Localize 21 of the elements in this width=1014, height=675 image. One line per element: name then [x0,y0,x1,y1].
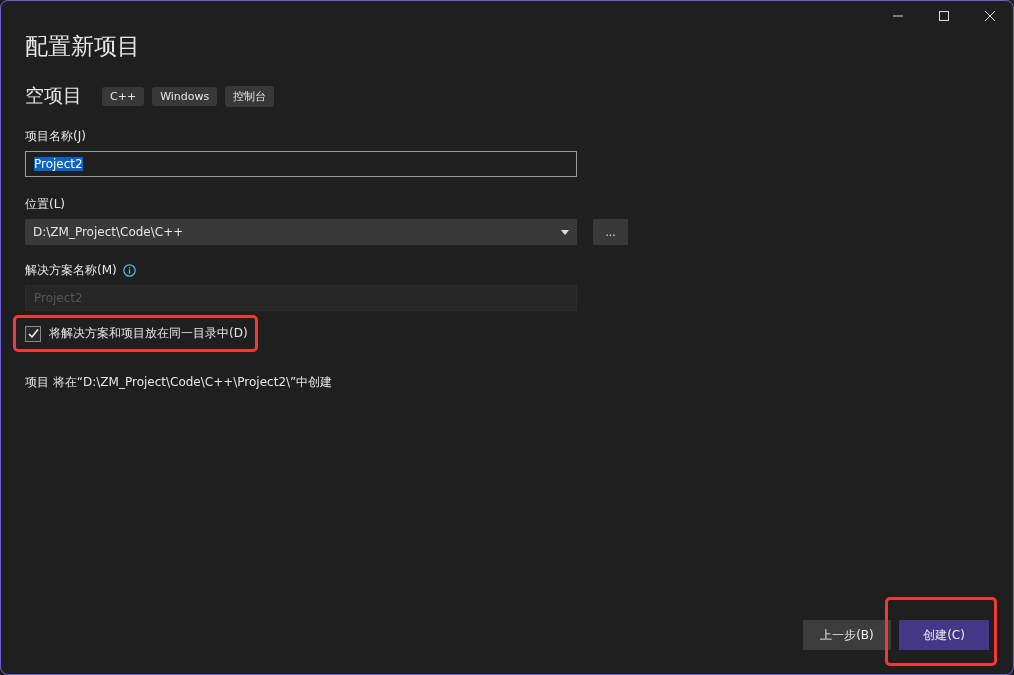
location-dropdown[interactable]: D:\ZM_Project\Code\C++ [25,219,577,245]
back-button[interactable]: 上一步(B) [803,620,891,650]
checkbox[interactable] [25,325,41,342]
tag: Windows [152,86,218,106]
template-name: 空项目 [25,83,82,108]
browse-button[interactable]: ... [593,219,628,245]
close-icon [983,9,997,23]
tag: 控制台 [225,85,275,107]
dropdown-caret-icon [561,229,569,235]
info-text: 项目 将在“D:\ZM_Project\Code\C++\Project2\”中创建 [25,374,334,391]
tag: C++ [102,86,145,106]
create-button[interactable]: 创建(C) [899,620,989,650]
info-icon [122,264,136,277]
field-label: 项目名称(J) [25,128,87,145]
checkmark-icon [27,328,39,339]
maximize-icon [937,9,951,23]
same-directory-checkbox[interactable]: 将解决方案和项目放在同一目录中(D) [25,325,248,342]
window-title: 配置新项目 [25,32,141,61]
field-label: 解决方案名称(M) [25,262,117,279]
project-name-field[interactable]: Project2 [25,151,577,177]
field-label: 位置(L) [25,196,67,213]
